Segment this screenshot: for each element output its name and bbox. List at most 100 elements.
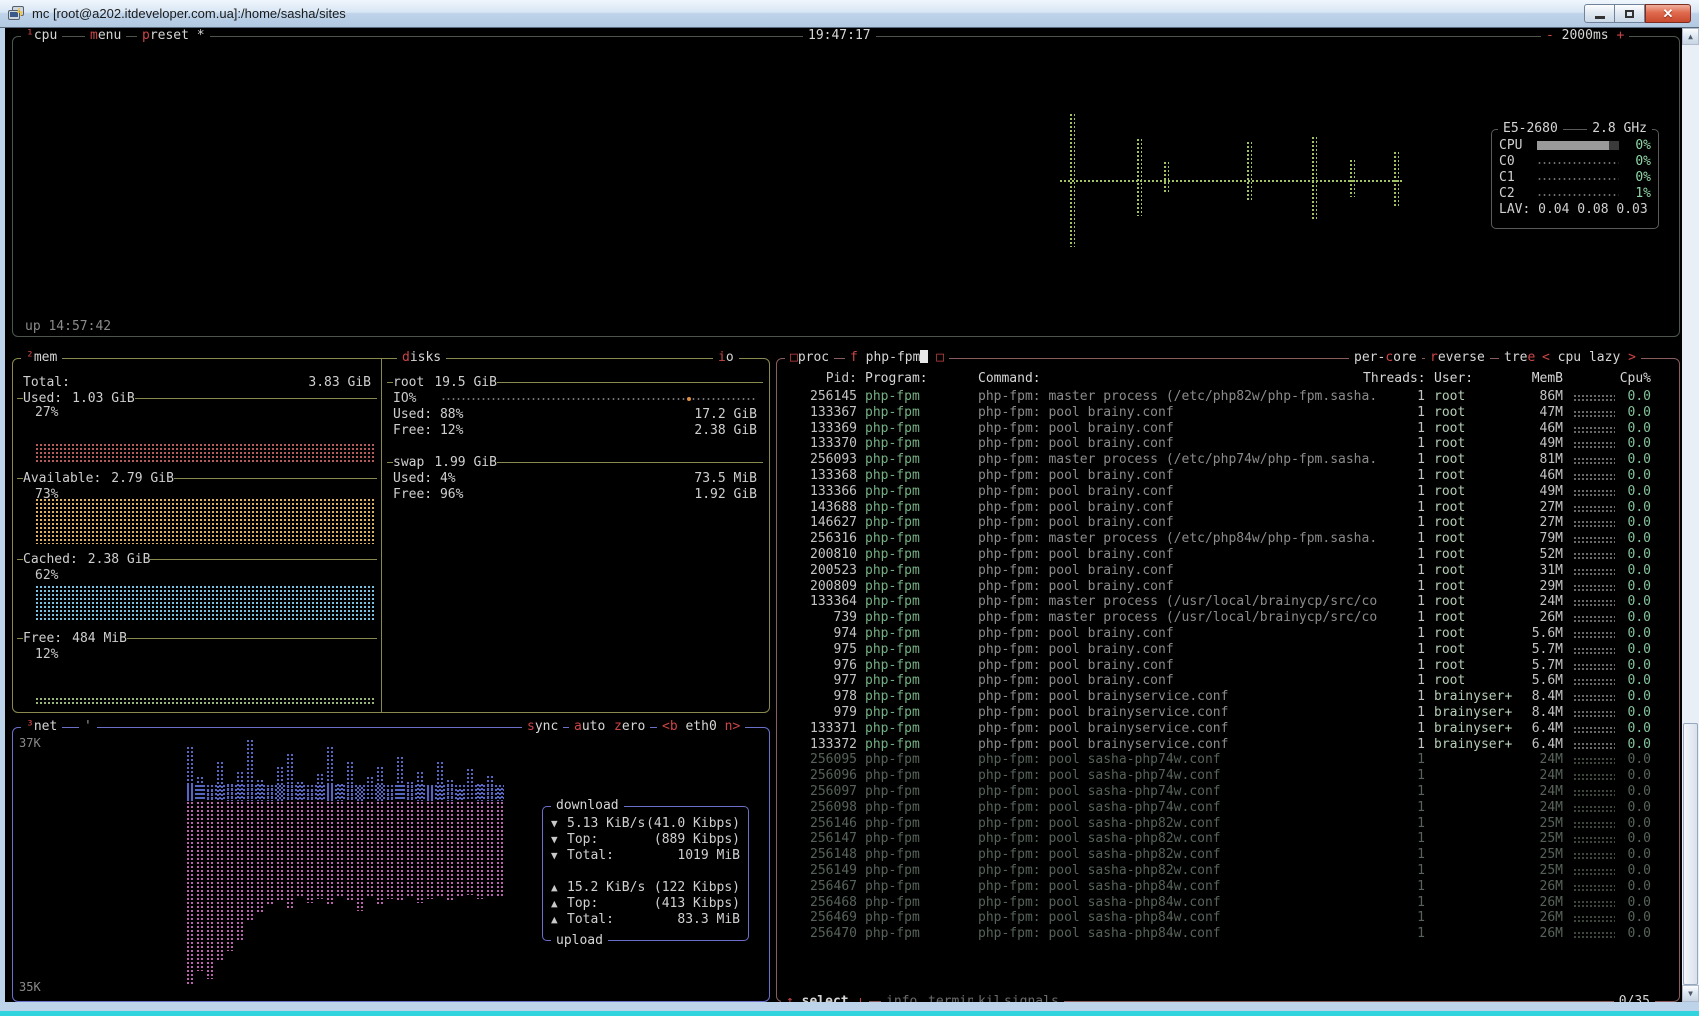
proc-option-per-core[interactable]: per-core — [1349, 350, 1422, 366]
close-button[interactable]: ✕ — [1645, 4, 1691, 23]
process-cpu: 0.0 — [1615, 468, 1651, 483]
preset-button[interactable]: preset * — [137, 28, 210, 44]
process-pid: 974 — [785, 626, 857, 641]
process-threads: 1 — [1377, 642, 1425, 657]
window-scrollbar[interactable]: ▲ ▼ — [1682, 28, 1699, 1002]
scroll-down-button[interactable]: ▼ — [1682, 985, 1699, 1002]
process-pid: 256147 — [785, 831, 857, 846]
net-upload-column — [316, 801, 323, 899]
net-option-sync[interactable]: sync — [522, 719, 563, 735]
process-row[interactable]: 146627php-fpmphp-fpm: pool brainy.conf1r… — [777, 515, 1679, 530]
process-mem-graph — [1573, 505, 1615, 512]
tab-disks[interactable]: disks — [397, 350, 446, 366]
process-row[interactable]: 256145php-fpmphp-fpm: master process (/e… — [777, 389, 1679, 404]
process-row[interactable]: 133370php-fpmphp-fpm: pool brainy.conf1r… — [777, 436, 1679, 451]
process-row[interactable]: 256147php-fpmphp-fpm: pool sasha-php82w.… — [777, 831, 1679, 846]
process-mem: 49M — [1489, 436, 1563, 451]
process-row[interactable]: 256467php-fpmphp-fpm: pool sasha-php84w.… — [777, 879, 1679, 894]
process-row[interactable]: 256095php-fpmphp-fpm: pool sasha-php74w.… — [777, 752, 1679, 767]
process-pid: 133366 — [785, 484, 857, 499]
process-row[interactable]: 200809php-fpmphp-fpm: pool brainy.conf1r… — [777, 579, 1679, 594]
process-cpu: 0.0 — [1615, 816, 1651, 831]
process-row[interactable]: 256096php-fpmphp-fpm: pool sasha-php74w.… — [777, 768, 1679, 783]
titlebar[interactable]: ϟ mc [root@a202.itdeveloper.com.ua]:/hom… — [0, 0, 1699, 28]
process-mem-graph — [1573, 489, 1615, 496]
process-threads: 1 — [1377, 879, 1425, 894]
process-row[interactable]: 256146php-fpmphp-fpm: pool sasha-php82w.… — [777, 816, 1679, 831]
process-pid: 256096 — [785, 768, 857, 783]
process-row[interactable]: 133366php-fpmphp-fpm: pool brainy.conf1r… — [777, 484, 1679, 499]
proc-option-reverse[interactable]: reverse — [1425, 350, 1490, 366]
process-mem: 6.4M — [1489, 721, 1563, 736]
sort-selector[interactable]: < cpu lazy > — [1537, 350, 1641, 366]
restore-button[interactable] — [1615, 4, 1645, 23]
process-row[interactable]: 977php-fpmphp-fpm: pool brainy.conf1root… — [777, 673, 1679, 688]
process-program: php-fpm — [865, 642, 973, 657]
process-threads: 1 — [1377, 863, 1425, 878]
process-mem: 5.7M — [1489, 658, 1563, 673]
process-row[interactable]: 200810php-fpmphp-fpm: pool brainy.conf1r… — [777, 547, 1679, 562]
process-row[interactable]: 256468php-fpmphp-fpm: pool sasha-php84w.… — [777, 895, 1679, 910]
process-pid: 979 — [785, 705, 857, 720]
refresh-interval[interactable]: - 2000ms + — [1541, 28, 1629, 44]
net-option-zero[interactable]: zero — [609, 719, 650, 735]
process-program: php-fpm — [865, 484, 973, 499]
process-row[interactable]: 133368php-fpmphp-fpm: pool brainy.conf1r… — [777, 468, 1679, 483]
process-row[interactable]: 979php-fpmphp-fpm: pool brainyservice.co… — [777, 705, 1679, 720]
process-row[interactable]: 256469php-fpmphp-fpm: pool sasha-php84w.… — [777, 910, 1679, 925]
proc-option-tree[interactable]: tree — [1499, 350, 1540, 366]
core-usage-dots — [1537, 174, 1619, 181]
process-row[interactable]: 256093php-fpmphp-fpm: master process (/e… — [777, 452, 1679, 467]
download-total-row: ▼Total:1019 MiB — [543, 847, 748, 863]
process-row[interactable]: 133369php-fpmphp-fpm: pool brainy.conf1r… — [777, 421, 1679, 436]
net-info-panel: download ▼5.13 KiB/s(41.0 Kibps) ▼Top:(8… — [542, 806, 749, 941]
process-row[interactable]: 143688php-fpmphp-fpm: pool brainy.conf1r… — [777, 500, 1679, 515]
process-row[interactable]: 133367php-fpmphp-fpm: pool brainy.conf1r… — [777, 405, 1679, 420]
process-command: php-fpm: pool brainy.conf — [978, 468, 1418, 483]
process-threads: 1 — [1377, 752, 1425, 767]
process-mem-graph — [1573, 726, 1615, 733]
scrollbar-thumb[interactable] — [1683, 723, 1698, 985]
process-mem: 47M — [1489, 405, 1563, 420]
process-row[interactable]: 974php-fpmphp-fpm: pool brainy.conf1root… — [777, 626, 1679, 641]
upload-label: upload — [551, 933, 608, 949]
process-row[interactable]: 975php-fpmphp-fpm: pool brainy.conf1root… — [777, 642, 1679, 657]
process-row[interactable]: 256098php-fpmphp-fpm: pool sasha-php74w.… — [777, 800, 1679, 815]
process-mem-graph — [1573, 615, 1615, 622]
process-row[interactable]: 256097php-fpmphp-fpm: pool sasha-php74w.… — [777, 784, 1679, 799]
process-row[interactable]: 978php-fpmphp-fpm: pool brainyservice.co… — [777, 689, 1679, 704]
process-row[interactable]: 133371php-fpmphp-fpm: pool brainyservice… — [777, 721, 1679, 736]
process-program: php-fpm — [865, 800, 973, 815]
process-program: php-fpm — [865, 610, 973, 625]
process-mem: 46M — [1489, 421, 1563, 436]
process-row[interactable]: 133364php-fpmphp-fpm: master process (/u… — [777, 594, 1679, 609]
process-filter-input[interactable]: f php-fpm □ — [845, 350, 949, 366]
cpu-graph-spike — [1069, 113, 1075, 247]
process-row[interactable]: 256316php-fpmphp-fpm: master process (/e… — [777, 531, 1679, 546]
cpu-info-row: C00% — [1492, 154, 1658, 169]
menu-button[interactable]: menu — [85, 28, 126, 44]
net-tick: ' — [79, 719, 97, 735]
interface-selector[interactable]: <b eth0 n> — [657, 719, 745, 735]
tab-cpu[interactable]: ¹cpu — [21, 28, 62, 44]
process-row[interactable]: 739php-fpmphp-fpm: master process (/usr/… — [777, 610, 1679, 625]
process-row[interactable]: 976php-fpmphp-fpm: pool brainy.conf1root… — [777, 658, 1679, 673]
net-download-column — [296, 781, 303, 801]
net-download-column — [276, 766, 283, 801]
net-option-auto[interactable]: auto — [569, 719, 610, 735]
net-download-column — [406, 781, 413, 801]
process-row[interactable]: 256470php-fpmphp-fpm: pool sasha-php84w.… — [777, 926, 1679, 941]
process-mem-graph — [1573, 647, 1615, 654]
process-row[interactable]: 256149php-fpmphp-fpm: pool sasha-php82w.… — [777, 863, 1679, 878]
process-row[interactable]: 200523php-fpmphp-fpm: pool brainy.conf1r… — [777, 563, 1679, 578]
minimize-button[interactable] — [1584, 4, 1615, 23]
process-row[interactable]: 256148php-fpmphp-fpm: pool sasha-php82w.… — [777, 847, 1679, 862]
tab-proc[interactable]: □proc — [785, 350, 834, 366]
scroll-up-button[interactable]: ▲ — [1682, 28, 1699, 45]
tab-mem[interactable]: ²mem — [21, 350, 62, 366]
process-mem: 24M — [1489, 594, 1563, 609]
tab-net[interactable]: ³net — [21, 719, 62, 735]
process-program: php-fpm — [865, 405, 973, 420]
process-row[interactable]: 133372php-fpmphp-fpm: pool brainyservice… — [777, 737, 1679, 752]
io-toggle[interactable]: io — [713, 350, 739, 366]
